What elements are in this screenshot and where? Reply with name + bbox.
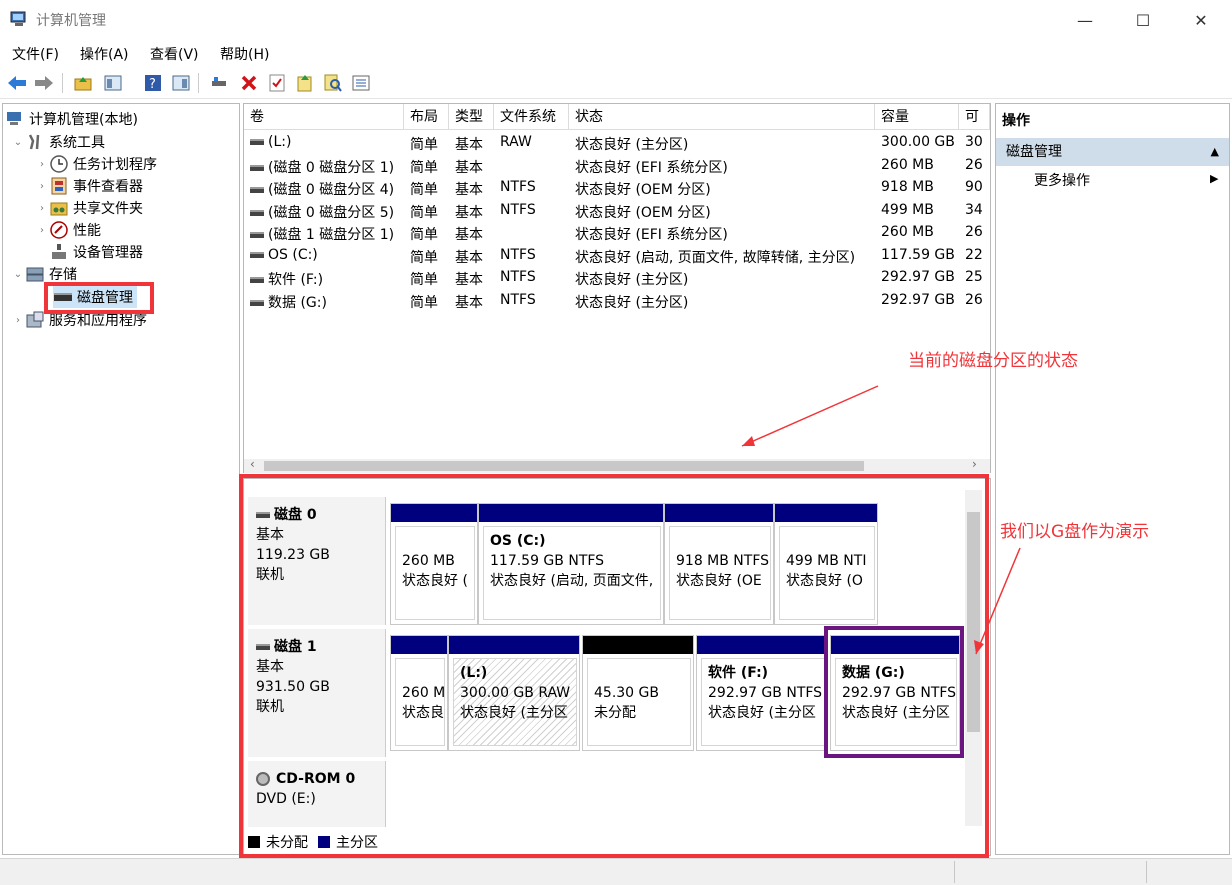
- annotation-arrows: [741, 385, 1021, 655]
